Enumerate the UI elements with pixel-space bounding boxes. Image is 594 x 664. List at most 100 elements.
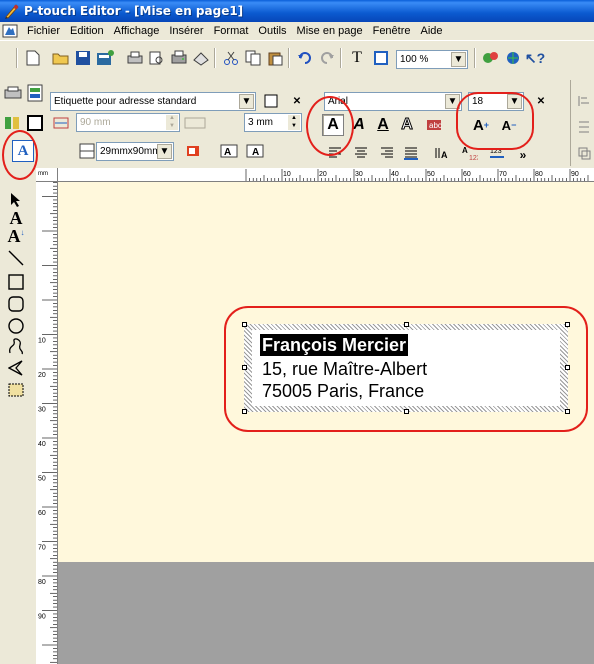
chevron-down-icon[interactable]: ▼ xyxy=(507,94,522,109)
close-font-panel-button[interactable]: ✕ xyxy=(530,90,552,112)
underline-button[interactable]: A xyxy=(372,114,394,136)
character-spacing-button[interactable]: A123 xyxy=(458,142,480,164)
right-tool-2-button[interactable] xyxy=(573,116,594,138)
text-align-button[interactable]: A xyxy=(218,140,240,162)
numbering-button[interactable]: 123 xyxy=(486,142,508,164)
font-grow-button[interactable]: A + xyxy=(470,114,492,136)
font-shrink-button[interactable]: A − xyxy=(498,114,520,136)
street-address[interactable]: 15, rue Maître-Albert xyxy=(262,358,427,380)
chevron-down-icon[interactable]: ▼ xyxy=(157,144,172,159)
justify-button[interactable] xyxy=(400,142,422,164)
menu-fenetre[interactable]: Fenêtre xyxy=(368,25,416,37)
menu-fichier[interactable]: Fichier xyxy=(22,25,65,37)
margin-spinner[interactable]: ▲ ▼ xyxy=(288,115,300,130)
length-field[interactable]: 90 mm ▲ ▼ xyxy=(76,113,180,132)
vertical-text-button[interactable]: A xyxy=(430,142,452,164)
right-tool-1-button[interactable] xyxy=(573,90,594,112)
text-frame-button[interactable]: A xyxy=(12,140,34,162)
font-size-value: 18 xyxy=(472,96,484,107)
copy-button[interactable] xyxy=(242,47,264,69)
align-center-button[interactable] xyxy=(350,142,372,164)
frame-button[interactable] xyxy=(24,112,46,134)
margin-field[interactable]: 3 mm ▲ ▼ xyxy=(244,113,302,132)
menu-format[interactable]: Format xyxy=(209,25,254,37)
svg-text:123: 123 xyxy=(490,148,502,155)
text-frame-content[interactable]: François Mercier 15, rue Maître-Albert 7… xyxy=(252,330,560,406)
cut-button[interactable] xyxy=(220,47,242,69)
resize-handle-top-right[interactable] xyxy=(565,322,570,327)
address-text-frame[interactable]: François Mercier 15, rue Maître-Albert 7… xyxy=(242,322,570,414)
resize-handle-bottom-right[interactable] xyxy=(565,409,570,414)
wizard-button[interactable] xyxy=(480,47,502,69)
orientation-button[interactable] xyxy=(260,90,282,112)
transfer-button[interactable] xyxy=(190,47,212,69)
print-setup-button[interactable] xyxy=(168,47,190,69)
freeform-tool[interactable] xyxy=(6,336,26,356)
outline-button[interactable]: A xyxy=(396,114,418,136)
resize-handle-left[interactable] xyxy=(242,365,247,370)
redo-button[interactable] xyxy=(316,47,338,69)
frame-tool[interactable] xyxy=(6,380,26,400)
label-size-icon-button[interactable] xyxy=(76,140,98,162)
rounded-rectangle-tool[interactable] xyxy=(6,294,26,314)
close-panel-button[interactable]: ✕ xyxy=(286,90,308,112)
vertical-text-tool[interactable]: A↓ xyxy=(6,226,26,246)
new-button[interactable] xyxy=(22,47,44,69)
recipient-name[interactable]: François Mercier xyxy=(260,334,409,356)
menu-affichage[interactable]: Affichage xyxy=(109,25,165,37)
insert-image-button[interactable] xyxy=(370,47,392,69)
layout-button[interactable] xyxy=(502,47,524,69)
label-size-select[interactable]: 29mmx90mm ▼ xyxy=(96,142,174,161)
save-as-button[interactable] xyxy=(94,47,116,69)
length-spinner[interactable]: ▲ ▼ xyxy=(166,115,178,130)
menu-outils[interactable]: Outils xyxy=(253,25,291,37)
menu-inserer[interactable]: Insérer xyxy=(164,25,208,37)
zoom-select[interactable]: 100 % ▼ xyxy=(396,50,468,69)
menu-aide[interactable]: Aide xyxy=(416,25,448,37)
resize-handle-bottom[interactable] xyxy=(404,409,409,414)
resize-handle-top-left[interactable] xyxy=(242,322,247,327)
menu-edition[interactable]: Edition xyxy=(65,25,109,37)
insert-text-button[interactable]: T xyxy=(346,47,368,69)
auto-format-button[interactable] xyxy=(2,112,24,134)
length-icon-button[interactable] xyxy=(50,112,72,134)
align-right-button[interactable] xyxy=(376,142,398,164)
save-button[interactable] xyxy=(72,47,94,69)
resize-handle-top[interactable] xyxy=(404,322,409,327)
line-tool[interactable] xyxy=(6,248,26,268)
title-bar[interactable]: P-touch Editor - [Mise en page1] xyxy=(0,0,594,22)
italic-button[interactable]: A xyxy=(348,114,370,136)
paste-button[interactable] xyxy=(264,47,286,69)
print-preview-button[interactable] xyxy=(146,47,168,69)
page-setup-button[interactable] xyxy=(24,82,46,104)
auto-length-button[interactable] xyxy=(184,112,206,134)
chevron-down-icon[interactable]: ▼ xyxy=(445,94,460,109)
tape-color-button[interactable] xyxy=(182,140,204,162)
menu-mise-en-page[interactable]: Mise en page xyxy=(292,25,368,37)
chevron-down-icon[interactable]: ▼ xyxy=(239,94,254,109)
resize-handle-bottom-left[interactable] xyxy=(242,409,247,414)
document-icon[interactable] xyxy=(2,24,18,38)
label-type-select[interactable]: Etiquette pour adresse standard ▼ xyxy=(50,92,256,111)
text-direction-button[interactable]: A xyxy=(244,140,266,162)
resize-handle-right[interactable] xyxy=(565,365,570,370)
numbering-icon: 123 xyxy=(490,148,504,158)
align-left-button[interactable] xyxy=(324,142,346,164)
open-button[interactable] xyxy=(50,47,72,69)
font-name-select[interactable]: Arial ▼ xyxy=(324,92,462,111)
bold-button[interactable]: A xyxy=(322,114,344,136)
city-address[interactable]: 75005 Paris, France xyxy=(262,380,424,402)
print-button[interactable] xyxy=(124,47,146,69)
rectangle-tool[interactable] xyxy=(6,272,26,292)
more-buttons-button[interactable]: » xyxy=(512,144,534,166)
tape-button[interactable] xyxy=(2,82,24,104)
chevron-down-icon[interactable]: ▼ xyxy=(451,52,466,67)
undo-button[interactable] xyxy=(294,47,316,69)
help-pointer-button[interactable]: ↖? xyxy=(524,47,546,69)
right-tool-3-button[interactable] xyxy=(573,142,594,164)
ellipse-tool[interactable] xyxy=(6,316,26,336)
font-size-select[interactable]: 18 ▼ xyxy=(468,92,524,111)
polygon-tool[interactable] xyxy=(6,358,26,378)
text-effect-button[interactable]: abc xyxy=(424,114,446,136)
align-left-icon xyxy=(329,147,341,158)
